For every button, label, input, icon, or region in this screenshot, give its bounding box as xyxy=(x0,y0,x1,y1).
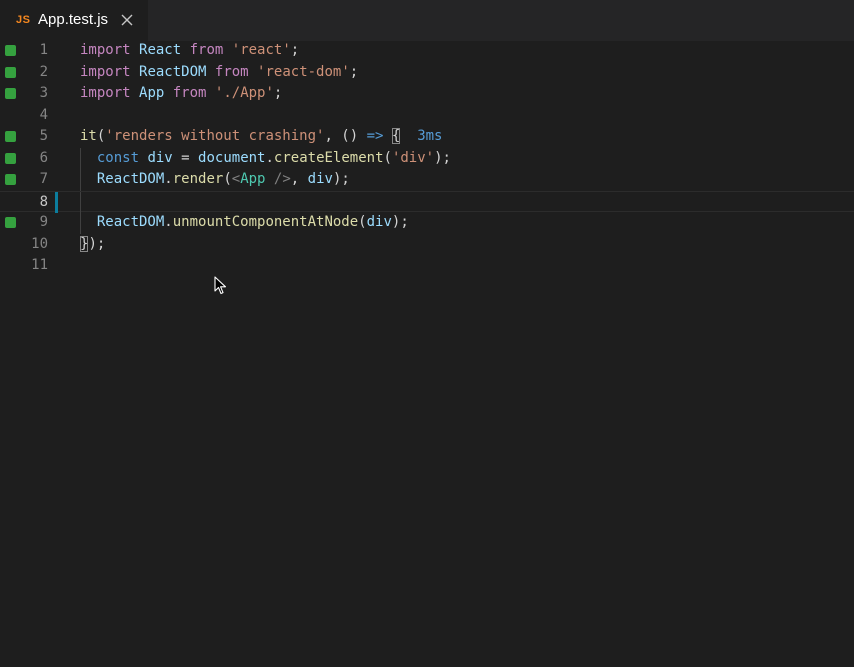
line-number: 7 xyxy=(39,171,48,187)
code-line[interactable]: 3 import App from './App'; xyxy=(0,83,854,105)
editor-tab-bar: JS App.test.js xyxy=(0,0,854,41)
line-text: const div = document.createElement('div'… xyxy=(96,149,451,166)
line-text: import React from 'react'; xyxy=(80,42,300,58)
line-text: }); xyxy=(80,235,106,252)
code-line[interactable]: 4 xyxy=(0,105,854,127)
code-line[interactable]: 5 it('renders without crashing', () => {… xyxy=(0,126,854,148)
line-number: 4 xyxy=(39,106,48,123)
line-number: 5 xyxy=(39,128,48,144)
code-line[interactable]: 1 import React from 'react'; xyxy=(0,40,854,62)
line-number: 8 xyxy=(39,193,48,210)
line-text: import App from './App'; xyxy=(80,85,283,101)
code-line[interactable]: 10 }); xyxy=(0,234,854,256)
line-number: 2 xyxy=(39,63,48,80)
tab-title: App.test.js xyxy=(38,11,109,28)
line-number: 6 xyxy=(39,149,48,166)
mouse-pointer-icon xyxy=(214,276,227,295)
line-number: 9 xyxy=(39,214,48,230)
code-line[interactable]: 6 const div = document.createElement('di… xyxy=(0,147,854,170)
javascript-file-icon: JS xyxy=(16,14,31,26)
code-line[interactable]: 2 import ReactDOM from 'react-dom'; xyxy=(0,62,854,84)
test-duration-decoration: 3ms xyxy=(417,128,443,144)
modified-line-indicator xyxy=(55,191,58,213)
indent-guide xyxy=(80,191,81,214)
line-text: ReactDOM.unmountComponentAtNode(div); xyxy=(96,214,409,230)
tab-app-test-js[interactable]: JS App.test.js xyxy=(0,0,148,41)
line-text: import ReactDOM from 'react-dom'; xyxy=(80,63,359,80)
line-number: 10 xyxy=(31,235,48,252)
code-line[interactable]: 9 ReactDOM.unmountComponentAtNode(div); xyxy=(0,212,854,234)
code-line[interactable]: 7 ReactDOM.render(<App />, div); xyxy=(0,169,854,191)
code-line[interactable]: 11 xyxy=(0,255,854,277)
code-editor: JS App.test.js 1 import React from 'reac… xyxy=(0,0,854,667)
close-icon[interactable] xyxy=(120,13,134,27)
code-line-current[interactable]: 8 xyxy=(0,190,854,214)
line-text: ReactDOM.render(<App />, div); xyxy=(96,171,350,187)
line-number: 11 xyxy=(31,257,48,273)
line-text: it('renders without crashing', () => { 3… xyxy=(80,128,443,144)
code-area[interactable]: 1 import React from 'react'; 2 import Re… xyxy=(0,40,854,277)
line-number: 1 xyxy=(39,42,48,58)
line-number: 3 xyxy=(39,85,48,101)
